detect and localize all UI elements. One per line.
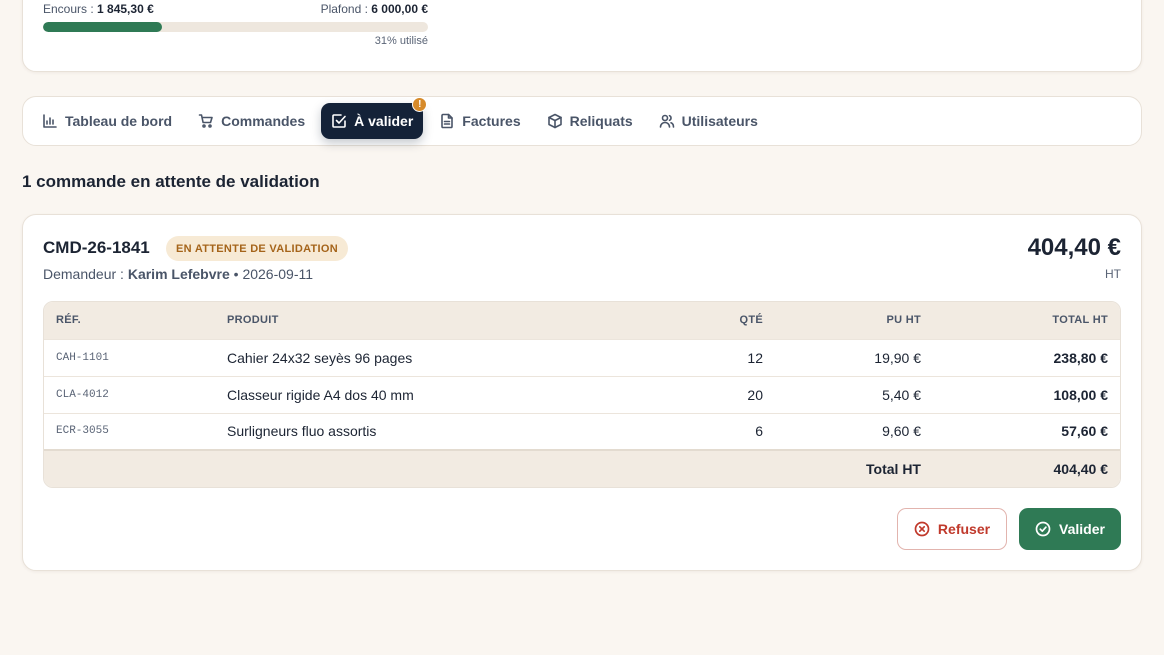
cell-qty: 20 xyxy=(645,375,775,413)
encours-value: 1 845,30 € xyxy=(97,2,154,16)
budget-summary: Encours : 1 845,30 € Plafond : 6 000,00 … xyxy=(43,2,428,16)
order-card: CMD-26-1841 EN ATTENTE DE VALIDATION Dem… xyxy=(22,214,1142,571)
col-total: TOTAL HT xyxy=(933,302,1120,339)
table-row: CAH-1101 Cahier 24x32 seyès 96 pages 12 … xyxy=(44,338,1120,376)
footer-total-value: 404,40 € xyxy=(933,449,1120,487)
table-footer-row: Total HT 404,40 € xyxy=(44,449,1120,487)
cell-product: Classeur rigide A4 dos 40 mm xyxy=(215,375,645,413)
col-product: PRODUIT xyxy=(215,302,645,339)
budget-used-label: 31% utilisé xyxy=(374,35,428,47)
cell-unit-price: 19,90 € xyxy=(775,338,933,376)
refuse-button[interactable]: Refuser xyxy=(897,508,1007,550)
status-badge: EN ATTENTE DE VALIDATION xyxy=(166,236,349,261)
tab-commandes[interactable]: Commandes xyxy=(188,103,315,139)
cell-product: Cahier 24x32 seyès 96 pages xyxy=(215,338,645,376)
tab-a-valider[interactable]: À valider ! xyxy=(321,97,428,139)
order-total: 404,40 € xyxy=(1027,234,1121,261)
tab-utilisateurs[interactable]: Utilisateurs xyxy=(649,103,768,139)
check-circle-icon xyxy=(1035,521,1051,537)
cell-qty: 12 xyxy=(645,338,775,376)
check-square-icon xyxy=(332,114,346,128)
plafond-value: 6 000,00 € xyxy=(371,2,428,16)
cell-ref: ECR-3055 xyxy=(44,412,215,450)
order-lines-table: RÉF. PRODUIT QTÉ PU HT TOTAL HT CAH-1101… xyxy=(43,301,1121,488)
budget-progress-bar xyxy=(43,22,428,32)
budget-progress-fill xyxy=(43,22,163,32)
col-qty: QTÉ xyxy=(645,302,775,339)
alert-badge: ! xyxy=(412,97,428,112)
cell-ref: CLA-4012 xyxy=(44,375,215,413)
tab-factures[interactable]: Factures xyxy=(429,103,530,139)
page-title: 1 commande en attente de validation xyxy=(22,172,320,191)
tab-tableau-de-bord[interactable]: Tableau de bord xyxy=(32,103,182,139)
cell-product: Surligneurs fluo assortis xyxy=(215,412,645,450)
cell-ref: CAH-1101 xyxy=(44,338,215,376)
footer-total-label: Total HT xyxy=(775,449,933,487)
validate-button[interactable]: Valider xyxy=(1019,508,1121,550)
cell-total: 238,80 € xyxy=(933,338,1120,376)
cell-total: 57,60 € xyxy=(933,412,1120,450)
cell-total: 108,00 € xyxy=(933,375,1120,413)
table-header-row: RÉF. PRODUIT QTÉ PU HT TOTAL HT xyxy=(44,302,1120,339)
col-unit-price: PU HT xyxy=(775,302,933,339)
cart-icon xyxy=(198,114,213,128)
main-nav: Tableau de bord Commandes À valider ! Fa… xyxy=(22,96,1142,146)
requester-name: Karim Lefebvre xyxy=(127,266,230,282)
order-total-unit: HT xyxy=(1105,267,1121,281)
col-ref: RÉF. xyxy=(44,302,215,339)
order-id: CMD-26-1841 xyxy=(43,238,150,257)
table-row: CLA-4012 Classeur rigide A4 dos 40 mm 20… xyxy=(44,375,1120,413)
x-circle-icon xyxy=(914,521,930,537)
tab-reliquats[interactable]: Reliquats xyxy=(537,103,643,139)
encours-text: Encours : 1 845,30 € xyxy=(43,2,154,16)
budget-card: Encours : 1 845,30 € Plafond : 6 000,00 … xyxy=(22,0,1142,72)
plafond-text: Plafond : 6 000,00 € xyxy=(320,2,428,16)
bar-chart-icon xyxy=(43,114,57,128)
cell-qty: 6 xyxy=(645,412,775,450)
order-requester: Demandeur : Karim Lefebvre • 2026-09-11 xyxy=(43,266,314,282)
cell-unit-price: 5,40 € xyxy=(775,375,933,413)
cell-unit-price: 9,60 € xyxy=(775,412,933,450)
box-icon xyxy=(547,113,562,129)
order-date: 2026-09-11 xyxy=(242,266,314,282)
users-icon xyxy=(659,114,674,128)
table-row: ECR-3055 Surligneurs fluo assortis 6 9,6… xyxy=(44,412,1120,450)
document-icon xyxy=(441,113,454,129)
